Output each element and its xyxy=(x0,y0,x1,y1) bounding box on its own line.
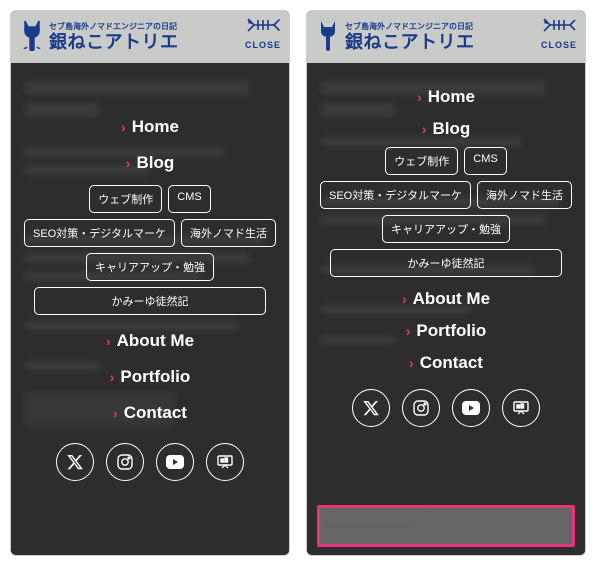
nav-home[interactable]: › Home xyxy=(121,117,179,137)
topbar: セブ島海外ノマドエンジニアの日記 銀ねこアトリエ CLOSE xyxy=(11,11,289,63)
youtube-icon xyxy=(462,401,480,415)
brand-tagline: セブ島海外ノマドエンジニアの日記 xyxy=(345,23,475,31)
menu-overlay: ›Home ›Blog ウェブ制作 CMS SEO対策・デジタルマーケ 海外ノマ… xyxy=(307,83,585,555)
nav-blog[interactable]: › Blog xyxy=(422,119,470,139)
topbar: セブ島海外ノマドエンジニアの日記 銀ねこアトリエ CLOSE xyxy=(307,11,585,63)
highlighted-code-region xyxy=(317,505,575,547)
nav-contact[interactable]: › Contact xyxy=(113,403,187,423)
tag-web[interactable]: ウェブ制作 xyxy=(385,147,458,175)
menu-body: ›Home ›Blog ウェブ制作 CMS SEO対策・デジタルマーケ 海外ノマ… xyxy=(307,63,585,555)
nav-portfolio[interactable]: › Portfolio xyxy=(406,321,487,341)
social-instagram[interactable] xyxy=(106,443,144,481)
nav-about[interactable]: › About Me xyxy=(106,331,194,351)
social-youtube[interactable] xyxy=(156,443,194,481)
instagram-icon xyxy=(413,400,429,416)
cat-logo-icon xyxy=(19,19,45,56)
nav-home-label: Home xyxy=(132,117,179,137)
tag-kamiyu[interactable]: かみーゆ徒然記 xyxy=(34,287,266,315)
social-instagram[interactable] xyxy=(402,389,440,427)
social-slides[interactable] xyxy=(206,443,244,481)
tag-kamiyu[interactable]: かみーゆ徒然記 xyxy=(330,249,562,277)
nav-contact-label: Contact xyxy=(420,353,483,373)
social-x[interactable] xyxy=(56,443,94,481)
nav-portfolio[interactable]: › Portfolio xyxy=(110,367,191,387)
presentation-icon xyxy=(513,400,529,416)
menu-overlay: › Home › Blog ウェブ制作 CMS SEO対策・デジタルマーケ 海外ノマ… xyxy=(11,103,289,555)
x-icon xyxy=(363,400,379,416)
menu-body: › Home › Blog ウェブ制作 CMS SEO対策・デジタルマーケ 海外ノマ… xyxy=(11,63,289,555)
chevron-right-icon: › xyxy=(113,405,118,421)
blog-tags: ウェブ制作 CMS SEO対策・デジタルマーケ 海外ノマド生活 キャリアアップ・… xyxy=(307,147,585,277)
youtube-icon xyxy=(166,455,184,469)
social-links xyxy=(352,389,540,427)
nav-portfolio-label: Portfolio xyxy=(120,367,190,387)
close-button[interactable]: CLOSE xyxy=(245,17,281,50)
nav-home-label: Home xyxy=(428,87,475,107)
nav-blog[interactable]: › Blog xyxy=(126,153,174,173)
chevron-right-icon: › xyxy=(417,89,422,105)
presentation-icon xyxy=(217,454,233,470)
nav-contact-label: Contact xyxy=(124,403,187,423)
close-label: CLOSE xyxy=(245,40,281,50)
nav-about-label: About Me xyxy=(117,331,194,351)
phone-preview-left: セブ島海外ノマドエンジニアの日記 銀ねこアトリエ CLOSE › Home › xyxy=(10,10,290,556)
close-button[interactable]: CLOSE xyxy=(541,17,577,50)
social-slides[interactable] xyxy=(502,389,540,427)
chevron-right-icon: › xyxy=(422,121,427,137)
tag-seo[interactable]: SEO対策・デジタルマーケ xyxy=(320,181,471,209)
social-links xyxy=(56,443,244,481)
tag-nomad[interactable]: 海外ノマド生活 xyxy=(181,219,276,247)
brand-logo-text: 銀ねこアトリエ xyxy=(49,33,179,51)
blog-tags: ウェブ制作 CMS SEO対策・デジタルマーケ 海外ノマド生活 キャリアアップ・… xyxy=(11,185,289,315)
chevron-right-icon: › xyxy=(409,355,414,371)
social-youtube[interactable] xyxy=(452,389,490,427)
chevron-right-icon: › xyxy=(106,333,111,349)
cat-logo-icon xyxy=(315,19,341,56)
brand-tagline: セブ島海外ノマドエンジニアの日記 xyxy=(49,23,179,31)
nav-portfolio-label: Portfolio xyxy=(416,321,486,341)
tag-nomad[interactable]: 海外ノマド生活 xyxy=(477,181,572,209)
tag-seo[interactable]: SEO対策・デジタルマーケ xyxy=(24,219,175,247)
fishbone-icon xyxy=(542,17,576,38)
chevron-right-icon: › xyxy=(406,323,411,339)
phone-preview-right: セブ島海外ノマドエンジニアの日記 銀ねこアトリエ CLOSE ›Home ›Bl… xyxy=(306,10,586,556)
chevron-right-icon: › xyxy=(110,369,115,385)
tag-career[interactable]: キャリアアップ・勉強 xyxy=(382,215,510,243)
nav-about[interactable]: › About Me xyxy=(402,289,490,309)
tag-cms[interactable]: CMS xyxy=(168,185,210,213)
brand-logo-text: 銀ねこアトリエ xyxy=(345,33,475,51)
social-x[interactable] xyxy=(352,389,390,427)
chevron-right-icon: › xyxy=(121,119,126,135)
chevron-right-icon: › xyxy=(402,291,407,307)
instagram-icon xyxy=(117,454,133,470)
tag-web[interactable]: ウェブ制作 xyxy=(89,185,162,213)
nav-about-label: About Me xyxy=(413,289,490,309)
fishbone-icon xyxy=(246,17,280,38)
tag-career[interactable]: キャリアアップ・勉強 xyxy=(86,253,214,281)
close-label: CLOSE xyxy=(541,40,577,50)
x-icon xyxy=(67,454,83,470)
chevron-right-icon: › xyxy=(126,155,131,171)
nav-blog-label: Blog xyxy=(136,153,174,173)
nav-blog-label: Blog xyxy=(432,119,470,139)
nav-home[interactable]: › Home xyxy=(417,87,475,107)
brand[interactable]: セブ島海外ノマドエンジニアの日記 銀ねこアトリエ xyxy=(315,19,475,56)
nav-contact[interactable]: › Contact xyxy=(409,353,483,373)
brand[interactable]: セブ島海外ノマドエンジニアの日記 銀ねこアトリエ xyxy=(19,19,179,56)
tag-cms[interactable]: CMS xyxy=(464,147,506,175)
